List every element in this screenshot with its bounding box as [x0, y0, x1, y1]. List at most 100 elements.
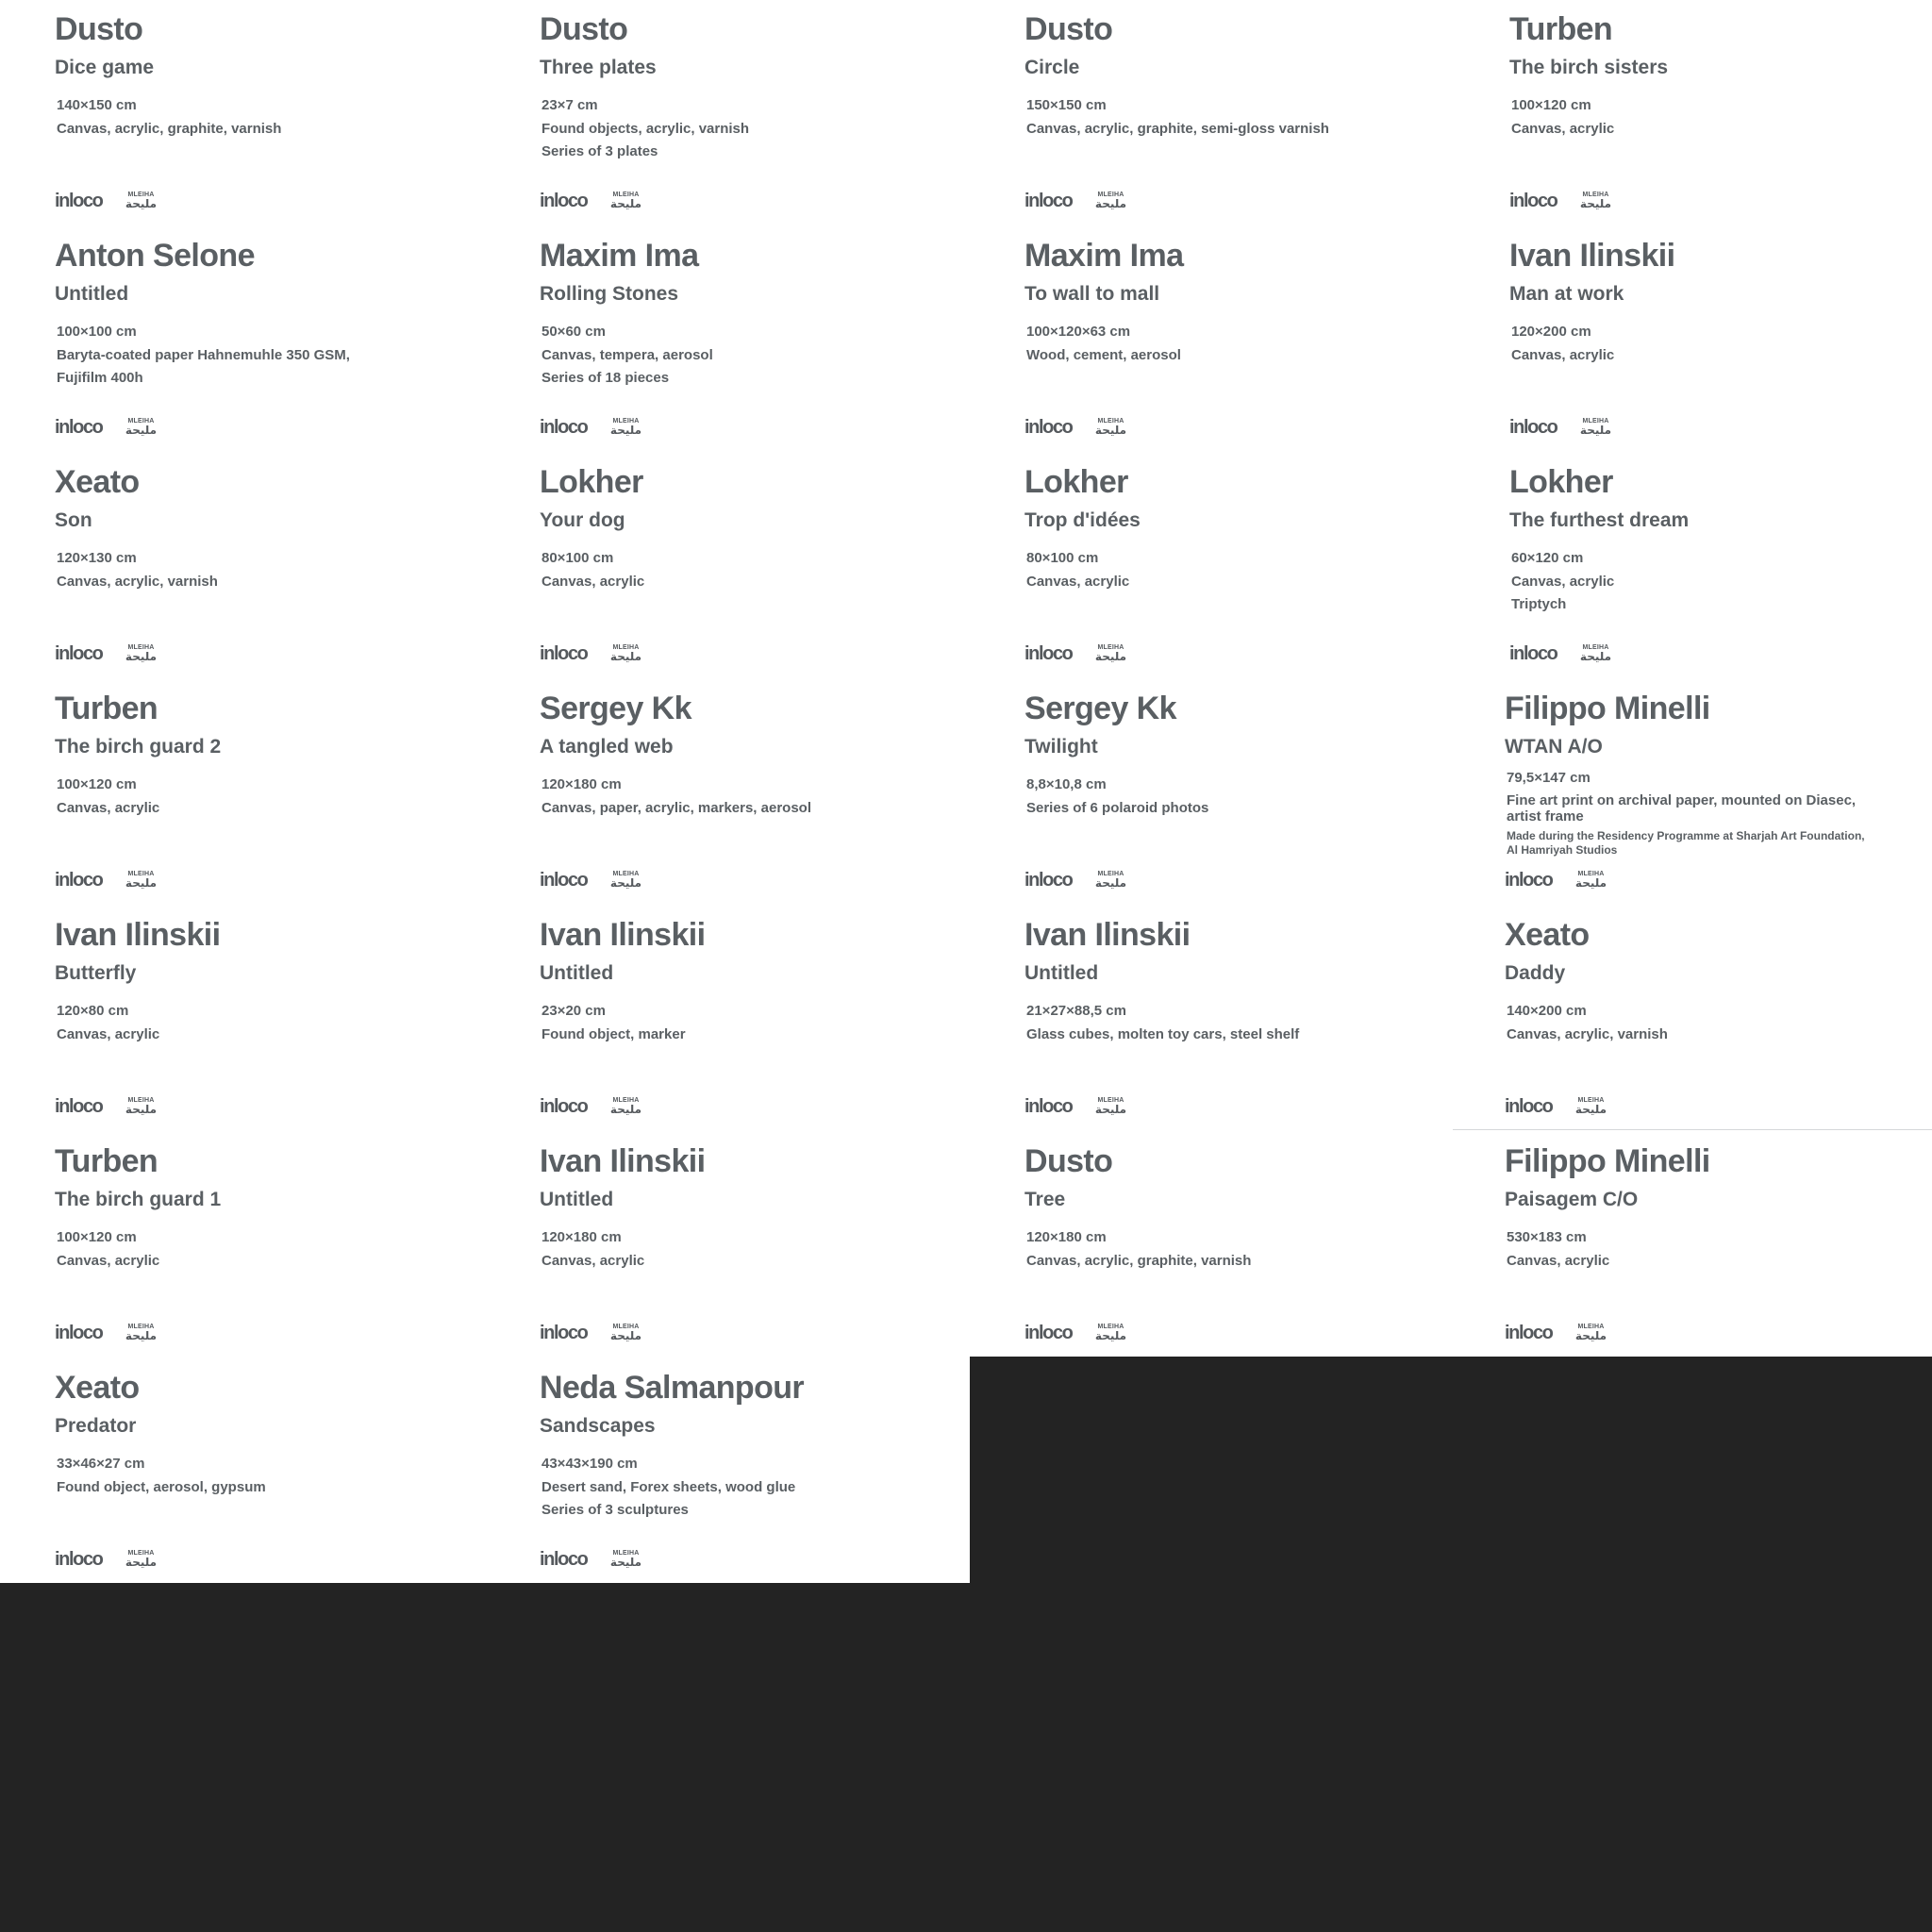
- artwork-details: 50×60 cm Canvas, tempera, aerosol Series…: [540, 321, 970, 391]
- mleiha-logo: MLEIHA مليحة: [1094, 871, 1127, 890]
- artwork-size: 120×180 cm: [541, 776, 622, 792]
- artwork-series: Triptych: [1511, 596, 1567, 612]
- artwork-details: 140×150 cm Canvas, acrylic, graphite, va…: [55, 94, 485, 141]
- inloco-logo: inloco: [55, 1549, 104, 1570]
- artist-name: Turben: [55, 1143, 158, 1179]
- mleiha-logo: MLEIHA مليحة: [125, 1550, 158, 1569]
- artwork-note-cont: Al Hamriyah Studios: [1507, 842, 1618, 857]
- artwork-title: Butterfly: [55, 962, 137, 984]
- artwork-size: 80×100 cm: [541, 550, 614, 566]
- artwork-title: The birch guard 1: [55, 1189, 222, 1210]
- artist-name: Ivan Ilinskii: [55, 917, 221, 953]
- artwork-size: 100×120×63 cm: [1026, 324, 1131, 340]
- artwork-title: Daddy: [1505, 962, 1566, 984]
- artwork-details: 120×130 cm Canvas, acrylic, varnish: [55, 547, 485, 593]
- inloco-logo: inloco: [1024, 1096, 1074, 1117]
- artwork-details: 80×100 cm Canvas, acrylic: [1024, 547, 1455, 593]
- artwork-medium: Canvas, acrylic: [1511, 120, 1615, 137]
- artwork-size: 100×120 cm: [57, 776, 137, 792]
- artwork-title: Your dog: [540, 509, 625, 531]
- artwork-title: Untitled: [1024, 962, 1099, 984]
- artist-name: Turben: [1509, 11, 1613, 47]
- sponsor-logos: inloco MLEIHA مليحة: [55, 643, 158, 664]
- artwork-size: 140×150 cm: [57, 97, 137, 113]
- artwork-label: Anton Selone Untitled 100×100 cm Baryta-…: [0, 226, 485, 453]
- artwork-title: Three plates: [540, 57, 657, 78]
- artwork-size: 23×20 cm: [541, 1003, 606, 1019]
- artwork-size: 120×180 cm: [541, 1229, 622, 1245]
- mleiha-logo: MLEIHA مليحة: [1574, 1324, 1607, 1342]
- artwork-details: 120×180 cm Canvas, paper, acrylic, marke…: [540, 774, 970, 820]
- artwork-details: 23×20 cm Found object, marker: [540, 1000, 970, 1046]
- mleiha-logo: MLEIHA مليحة: [609, 1097, 642, 1116]
- artwork-label: Dusto Dice game 140×150 cm Canvas, acryl…: [0, 0, 485, 226]
- inloco-logo: inloco: [540, 417, 589, 438]
- mleiha-logo: MLEIHA مليحة: [1094, 418, 1127, 437]
- artwork-size: 79,5×147 cm: [1507, 770, 1591, 786]
- artwork-title: Paisagem C/O: [1505, 1189, 1639, 1210]
- artwork-medium: Canvas, acrylic, varnish: [1507, 1025, 1668, 1042]
- artwork-title: Circle: [1024, 57, 1080, 78]
- artwork-title: Untitled: [540, 1189, 614, 1210]
- inloco-logo: inloco: [1024, 191, 1074, 211]
- artwork-size: 8,8×10,8 cm: [1026, 776, 1107, 792]
- sponsor-logos: inloco MLEIHA مليحة: [1509, 191, 1612, 211]
- inloco-logo: inloco: [55, 1096, 104, 1117]
- artwork-size: 100×100 cm: [57, 324, 137, 340]
- artwork-medium: Canvas, acrylic, graphite, semi-gloss va…: [1026, 120, 1329, 137]
- mleiha-logo: MLEIHA مليحة: [1579, 192, 1612, 210]
- artist-name: Dusto: [540, 11, 628, 47]
- inloco-logo: inloco: [540, 870, 589, 891]
- artwork-details: 43×43×190 cm Desert sand, Forex sheets, …: [540, 1453, 970, 1523]
- artwork-label: Turben The birch guard 2 100×120 cm Canv…: [0, 679, 485, 906]
- mleiha-logo: MLEIHA مليحة: [1094, 1324, 1127, 1342]
- inloco-logo: inloco: [1024, 417, 1074, 438]
- artwork-details: 120×80 cm Canvas, acrylic: [55, 1000, 485, 1046]
- artwork-details: 23×7 cm Found objects, acrylic, varnish …: [540, 94, 970, 164]
- artwork-details: 60×120 cm Canvas, acrylic Triptych: [1509, 547, 1932, 617]
- artwork-medium: Canvas, paper, acrylic, markers, aerosol: [541, 799, 812, 816]
- artwork-medium: Found object, aerosol, gypsum: [57, 1478, 266, 1495]
- artwork-medium: Canvas, acrylic: [541, 1252, 645, 1269]
- artist-name: Dusto: [1024, 1143, 1113, 1179]
- artwork-label: Turben The birch guard 1 100×120 cm Canv…: [0, 1132, 485, 1358]
- artwork-label: Xeato Daddy 140×200 cm Canvas, acrylic, …: [1453, 906, 1932, 1132]
- artwork-details: 8,8×10,8 cm Series of 6 polaroid photos: [1024, 774, 1455, 820]
- artwork-label: Maxim Ima Rolling Stones 50×60 cm Canvas…: [485, 226, 970, 453]
- artist-name: Turben: [55, 691, 158, 726]
- mleiha-logo: MLEIHA مليحة: [1574, 1097, 1607, 1116]
- mleiha-logo: MLEIHA مليحة: [609, 1324, 642, 1342]
- mleiha-logo: MLEIHA مليحة: [609, 192, 642, 210]
- artwork-medium: Canvas, tempera, aerosol: [541, 346, 713, 363]
- artwork-label: Dusto Tree 120×180 cm Canvas, acrylic, g…: [970, 1132, 1455, 1357]
- artwork-label: Filippo Minelli Paisagem C/O 530×183 cm …: [1453, 1129, 1932, 1357]
- artwork-label: Sergey Kk A tangled web 120×180 cm Canva…: [485, 679, 970, 906]
- inloco-logo: inloco: [540, 1323, 589, 1343]
- artwork-size: 21×27×88,5 cm: [1026, 1003, 1126, 1019]
- artwork-size: 120×180 cm: [1026, 1229, 1107, 1245]
- artwork-details: 140×200 cm Canvas, acrylic, varnish: [1505, 1000, 1932, 1046]
- artwork-label: Sergey Kk Twilight 8,8×10,8 cm Series of…: [970, 679, 1455, 906]
- artist-name: Ivan Ilinskii: [1024, 917, 1191, 953]
- artwork-details: 100×120×63 cm Wood, cement, aerosol: [1024, 321, 1455, 367]
- sponsor-logos: inloco MLEIHA مليحة: [1024, 1096, 1127, 1117]
- artwork-details: 120×200 cm Canvas, acrylic: [1509, 321, 1932, 367]
- artwork-size: 33×46×27 cm: [57, 1456, 145, 1472]
- artwork-medium: Desert sand, Forex sheets, wood glue: [541, 1478, 796, 1495]
- sponsor-logos: inloco MLEIHA مليحة: [1509, 417, 1612, 438]
- sponsor-logos: inloco MLEIHA مليحة: [55, 1549, 158, 1570]
- artwork-title: Man at work: [1509, 283, 1624, 305]
- inloco-logo: inloco: [55, 417, 104, 438]
- inloco-logo: inloco: [540, 1549, 589, 1570]
- inloco-logo: inloco: [540, 1096, 589, 1117]
- inloco-logo: inloco: [1509, 417, 1558, 438]
- mleiha-logo: MLEIHA مليحة: [1094, 644, 1127, 663]
- artwork-details: 33×46×27 cm Found object, aerosol, gypsu…: [55, 1453, 485, 1499]
- artwork-label: Dusto Circle 150×150 cm Canvas, acrylic,…: [970, 0, 1455, 226]
- sponsor-logos: inloco MLEIHA مليحة: [1505, 870, 1607, 891]
- inloco-logo: inloco: [1024, 1323, 1074, 1343]
- artist-name: Dusto: [55, 11, 143, 47]
- mleiha-logo: MLEIHA مليحة: [125, 644, 158, 663]
- artwork-medium: Found object, marker: [541, 1025, 686, 1042]
- mleiha-logo: MLEIHA مليحة: [609, 871, 642, 890]
